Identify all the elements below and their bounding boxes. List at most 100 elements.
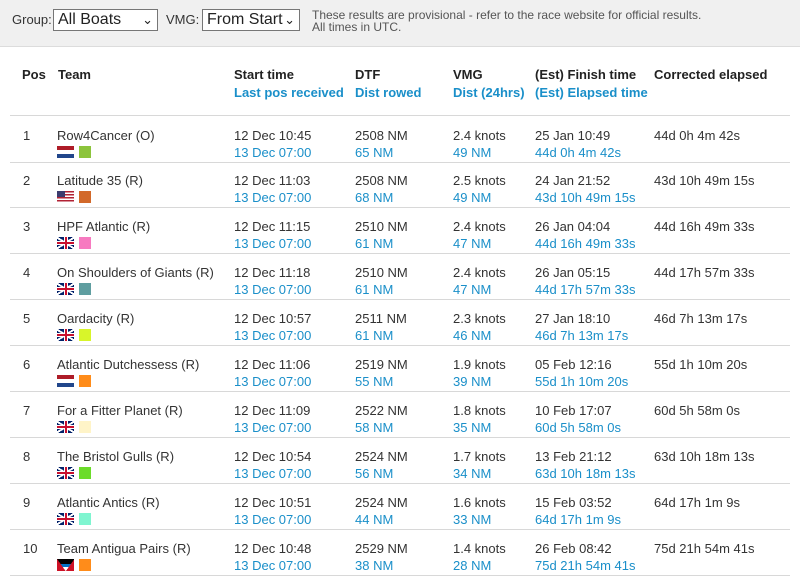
est-finish-time: 25 Jan 10:49 bbox=[535, 128, 611, 143]
pos-cell: 10 bbox=[23, 541, 38, 556]
chevron-down-icon: ⌄ bbox=[142, 12, 153, 27]
last-pos-received: 13 Dec 07:00 bbox=[234, 512, 312, 527]
vmg-label: VMG: bbox=[166, 12, 200, 27]
dist-rowed-value: 55 NM bbox=[355, 374, 394, 389]
uk-flag-icon bbox=[57, 513, 74, 525]
team-name: On Shoulders of Giants (R) bbox=[57, 265, 214, 280]
corrected-elapsed: 63d 10h 18m 13s bbox=[654, 449, 755, 464]
pos-cell: 7 bbox=[23, 403, 31, 418]
est-finish-time: 15 Feb 03:52 bbox=[535, 495, 612, 510]
boat-color-swatch bbox=[79, 329, 91, 341]
vmg-value: 2.4 knots bbox=[453, 128, 506, 143]
corrected-elapsed: 60d 5h 58m 0s bbox=[654, 403, 741, 418]
team-name: Atlantic Antics (R) bbox=[57, 495, 160, 510]
col-start-time: Start time bbox=[234, 67, 294, 82]
group-select-value: All Boats bbox=[58, 11, 122, 28]
last-pos-received: 13 Dec 07:00 bbox=[234, 558, 312, 573]
dtf-value: 2508 NM bbox=[355, 173, 408, 188]
corrected-elapsed: 44d 17h 57m 33s bbox=[654, 265, 755, 280]
start-time: 12 Dec 10:57 bbox=[234, 311, 312, 326]
est-elapsed-time: 44d 0h 4m 42s bbox=[535, 145, 622, 160]
dist-rowed-value: 61 NM bbox=[355, 282, 394, 297]
last-pos-received: 13 Dec 07:00 bbox=[234, 145, 312, 160]
est-elapsed-time: 55d 1h 10m 20s bbox=[535, 374, 629, 389]
table-row: 1 Row4Cancer (O) 12 Dec 10:45 13 Dec 07:00 2… bbox=[10, 115, 790, 163]
est-elapsed-time: 46d 7h 13m 17s bbox=[535, 328, 629, 343]
dist-rowed-value: 56 NM bbox=[355, 466, 394, 481]
vmg-select[interactable]: From Start ⌄ bbox=[202, 9, 300, 31]
start-time: 12 Dec 10:54 bbox=[234, 449, 312, 464]
dist-rowed-value: 68 NM bbox=[355, 190, 394, 205]
team-name: Row4Cancer (O) bbox=[57, 128, 155, 143]
uk-flag-icon bbox=[57, 421, 74, 433]
corrected-elapsed: 43d 10h 49m 15s bbox=[654, 173, 755, 188]
dist-rowed-value: 58 NM bbox=[355, 420, 394, 435]
group-select[interactable]: All Boats ⌄ bbox=[53, 9, 158, 31]
boat-color-swatch bbox=[79, 513, 91, 525]
dtf-value: 2508 NM bbox=[355, 128, 408, 143]
dist-rowed-value: 44 NM bbox=[355, 512, 394, 527]
corrected-elapsed: 64d 17h 1m 9s bbox=[654, 495, 741, 510]
start-time: 12 Dec 11:03 bbox=[234, 173, 311, 188]
col-dist-24hrs: Dist (24hrs) bbox=[453, 85, 525, 100]
table-row: 4 On Shoulders of Giants (R) 12 Dec 11:18 1… bbox=[10, 253, 790, 300]
start-time: 12 Dec 10:48 bbox=[234, 541, 312, 556]
uk-flag-icon bbox=[57, 237, 74, 249]
nl-flag-icon bbox=[57, 146, 74, 158]
pos-cell: 9 bbox=[23, 495, 31, 510]
provisional-notice: These results are provisional - refer to… bbox=[312, 9, 701, 33]
dist-24hrs-value: 28 NM bbox=[453, 558, 492, 573]
team-name: Team Antigua Pairs (R) bbox=[57, 541, 191, 556]
dtf-value: 2522 NM bbox=[355, 403, 408, 418]
boat-color-swatch bbox=[79, 146, 91, 158]
est-elapsed-time: 60d 5h 58m 0s bbox=[535, 420, 622, 435]
vmg-value: 1.7 knots bbox=[453, 449, 506, 464]
est-finish-time: 26 Jan 05:15 bbox=[535, 265, 611, 280]
dtf-value: 2519 NM bbox=[355, 357, 408, 372]
est-finish-time: 05 Feb 12:16 bbox=[535, 357, 612, 372]
pos-cell: 1 bbox=[23, 128, 31, 143]
table-row: 2 Latitude 35 (R) 12 Dec 11:03 13 Dec 07:00… bbox=[10, 161, 790, 208]
boat-color-swatch bbox=[79, 375, 91, 387]
uk-flag-icon bbox=[57, 329, 74, 341]
vmg-value: 2.4 knots bbox=[453, 265, 506, 280]
vmg-select-value: From Start bbox=[207, 11, 283, 28]
est-elapsed-time: 44d 16h 49m 33s bbox=[535, 236, 636, 251]
est-elapsed-time: 64d 17h 1m 9s bbox=[535, 512, 622, 527]
pos-cell: 6 bbox=[23, 357, 31, 372]
col-last-pos: Last pos received bbox=[234, 85, 344, 100]
col-dtf: DTF bbox=[355, 67, 381, 82]
boat-color-swatch bbox=[79, 237, 91, 249]
corrected-elapsed: 46d 7h 13m 17s bbox=[654, 311, 748, 326]
boat-color-swatch bbox=[79, 191, 91, 203]
col-est-finish: (Est) Finish time bbox=[535, 67, 637, 82]
start-time: 12 Dec 11:09 bbox=[234, 403, 311, 418]
dist-rowed-value: 38 NM bbox=[355, 558, 394, 573]
dtf-value: 2529 NM bbox=[355, 541, 408, 556]
notice-line: All times in UTC. bbox=[312, 20, 402, 34]
last-pos-received: 13 Dec 07:00 bbox=[234, 420, 312, 435]
est-finish-time: 10 Feb 17:07 bbox=[535, 403, 612, 418]
table-row: 8 The Bristol Gulls (R) 12 Dec 10:54 13 Dec… bbox=[10, 437, 790, 484]
last-pos-received: 13 Dec 07:00 bbox=[234, 282, 312, 297]
boat-color-swatch bbox=[79, 467, 91, 479]
col-team: Team bbox=[58, 67, 91, 82]
col-corrected-elapsed: Corrected elapsed bbox=[654, 67, 768, 82]
dist-rowed-value: 61 NM bbox=[355, 236, 394, 251]
vmg-value: 1.8 knots bbox=[453, 403, 506, 418]
team-name: For a Fitter Planet (R) bbox=[57, 403, 183, 418]
table-row: 10 Team Antigua Pairs (R) 12 Dec 10:48 13 D… bbox=[10, 529, 790, 576]
dist-24hrs-value: 39 NM bbox=[453, 374, 492, 389]
pos-cell: 4 bbox=[23, 265, 31, 280]
col-dist-rowed: Dist rowed bbox=[355, 85, 422, 100]
last-pos-received: 13 Dec 07:00 bbox=[234, 328, 312, 343]
est-finish-time: 27 Jan 18:10 bbox=[535, 311, 611, 326]
last-pos-received: 13 Dec 07:00 bbox=[234, 236, 312, 251]
corrected-elapsed: 44d 0h 4m 42s bbox=[654, 128, 741, 143]
dtf-value: 2524 NM bbox=[355, 495, 408, 510]
team-name: Oardacity (R) bbox=[57, 311, 135, 326]
dist-24hrs-value: 47 NM bbox=[453, 282, 492, 297]
est-elapsed-time: 75d 21h 54m 41s bbox=[535, 558, 636, 573]
col-pos: Pos bbox=[22, 67, 46, 82]
boat-color-swatch bbox=[79, 421, 91, 433]
